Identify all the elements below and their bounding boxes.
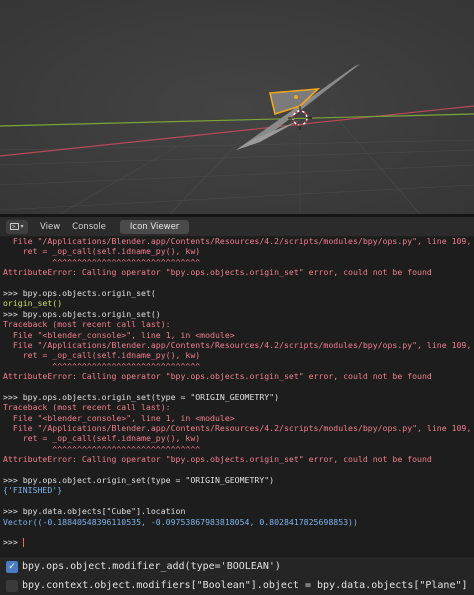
console-line: File "/Applications/Blender.app/Contents… <box>12 236 472 246</box>
history-item[interactable]: bpy.context.object.modifiers["Boolean"].… <box>0 576 474 595</box>
console-line: >>> bpy.ops.objects.origin_set(type = "O… <box>3 391 280 402</box>
console-line: AttributeError: Calling operator "bpy.op… <box>3 454 432 465</box>
prompt-symbol: >>> <box>3 537 23 548</box>
console-line: >>> bpy.ops.objects.origin_set() <box>3 308 161 319</box>
python-console-output[interactable]: File "/Applications/Blender.app/Contents… <box>3 236 474 556</box>
console-line: ret = _op_call(self.idname_py(), kw) <box>3 433 201 444</box>
console-line: ret = _op_call(self.idname_py(), kw) <box>3 350 201 361</box>
3d-viewport[interactable] <box>0 0 474 214</box>
console-line: ^^^^^^^^^^^^^^^^^^^^^^^^^^^^^^ <box>3 256 201 267</box>
console-line: >>> bpy.ops.objects.origin_set( <box>3 287 156 298</box>
viewport-scene <box>0 0 474 214</box>
console-line: Vector((-0.18840548396110535, -0.0975386… <box>3 516 358 527</box>
console-line: AttributeError: Calling operator "bpy.op… <box>3 267 432 278</box>
console-line: ^^^^^^^^^^^^^^^^^^^^^^^^^^^^^^ <box>3 443 201 454</box>
console-line: File "<blender_console>", line 1, in <mo… <box>3 329 235 340</box>
console-line: AttributeError: Calling operator "bpy.op… <box>3 371 432 382</box>
console-line: File "<blender_console>", line 1, in <mo… <box>3 412 235 423</box>
history-item-text: bpy.ops.object.modifier_add(type='BOOLEA… <box>22 561 281 572</box>
console-line: ^^^^^^^^^^^^^^^^^^^^^^^^^^^^^^ <box>3 360 201 371</box>
python-icon <box>6 579 18 592</box>
console-header: >_ ▾ View Console Icon Viewer <box>0 217 474 237</box>
tab-icon-viewer[interactable]: Icon Viewer <box>119 219 190 234</box>
editor-type-dropdown[interactable]: >_ ▾ <box>6 219 28 234</box>
console-line: >>> bpy.data.objects["Cube"].location <box>3 506 186 517</box>
console-editor-icon: >_ <box>10 223 20 230</box>
console-line: >>> bpy.ops.object.origin_set(type = "OR… <box>3 474 275 485</box>
console-line: {'FINISHED'} <box>3 485 63 496</box>
history-item-text: bpy.context.object.modifiers["Boolean"].… <box>22 580 468 591</box>
console-line: Traceback (most recent call last): <box>3 319 171 330</box>
history-panel: ✓ bpy.ops.object.modifier_add(type='BOOL… <box>0 556 474 595</box>
menu-view[interactable]: View <box>40 221 60 233</box>
console-line: ret = _op_call(self.idname_py(), kw) <box>3 246 201 257</box>
console-prompt[interactable]: >>> <box>3 537 474 548</box>
chevron-down-icon: ▾ <box>20 223 24 230</box>
console-line: File "/Applications/Blender.app/Contents… <box>12 423 472 434</box>
console-line: File "/Applications/Blender.app/Contents… <box>12 339 472 350</box>
console-line: Traceback (most recent call last): <box>3 402 171 413</box>
menu-console[interactable]: Console <box>72 221 106 233</box>
text-cursor <box>22 538 25 548</box>
console-line: origin_set() <box>3 298 63 309</box>
checkmark-icon: ✓ <box>6 560 18 573</box>
history-item[interactable]: ✓ bpy.ops.object.modifier_add(type='BOOL… <box>0 557 474 576</box>
